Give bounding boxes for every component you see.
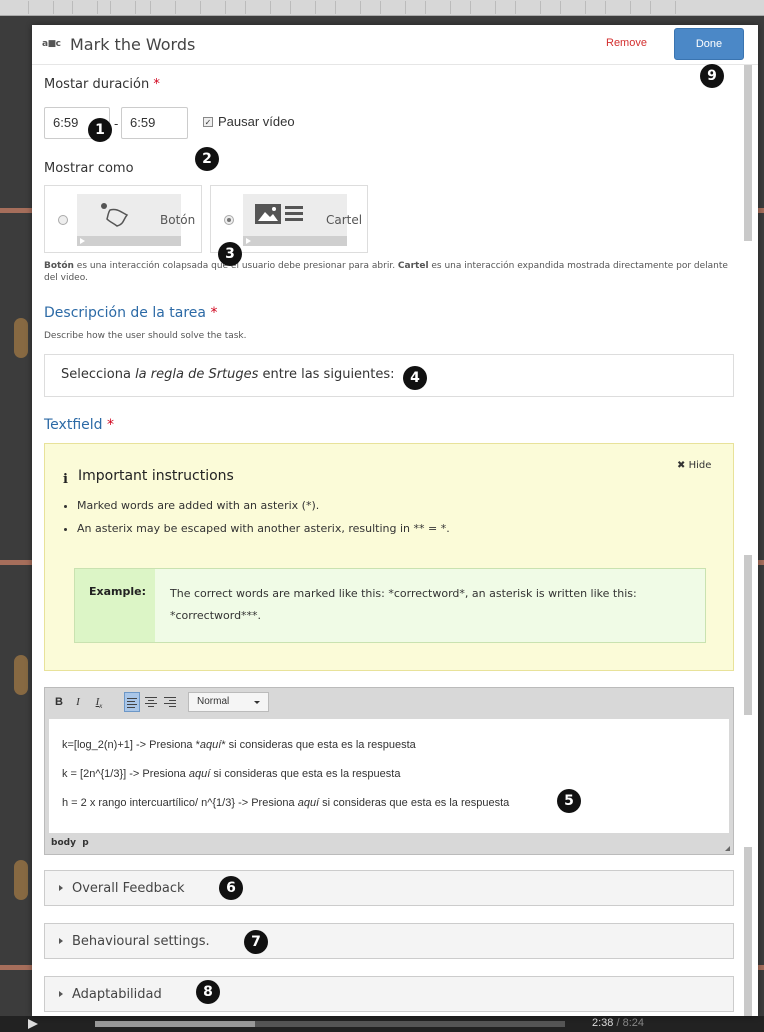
remove-format-button[interactable]: Ix xyxy=(90,692,108,712)
format-select[interactable]: Normal xyxy=(188,692,269,712)
toolbar-button[interactable] xyxy=(72,1,98,14)
background-image xyxy=(14,655,28,695)
toolbar-button[interactable] xyxy=(245,1,271,14)
mark-the-words-dialog: a■c Mark the Words Remove Done Mostar du… xyxy=(32,25,758,1016)
scrollbar-thumb[interactable] xyxy=(744,847,752,1016)
caret-right-icon xyxy=(59,991,63,997)
toolbar-button[interactable] xyxy=(380,1,406,14)
example-label-cell: Example: xyxy=(75,569,155,642)
example-box: Example: The correct words are marked li… xyxy=(74,568,706,643)
end-time-input[interactable]: 6:59 xyxy=(121,107,188,139)
instructions-list: Marked words are added with an asterix (… xyxy=(53,494,450,540)
pause-video-label: Pausar vídeo xyxy=(218,114,295,129)
dialog-header: a■c Mark the Words Remove Done xyxy=(32,25,758,65)
display-help-text: Botón es una interacción colapsada que e… xyxy=(44,261,728,283)
toolbar-button[interactable] xyxy=(335,1,361,14)
background-image xyxy=(14,860,28,900)
section-label: Behavioural settings. xyxy=(72,934,210,949)
display-option-label: Botón xyxy=(160,213,196,227)
pause-video-checkbox[interactable]: ✓ xyxy=(203,117,213,127)
task-description-label: Descripción de la tarea * xyxy=(44,305,218,321)
scrollbar[interactable] xyxy=(744,65,752,1016)
task-description-input[interactable]: Selecciona la regla de Srtuges entre las… xyxy=(44,354,734,397)
toolbar-button[interactable] xyxy=(28,1,54,14)
video-player-bar: 2:38 / 8:24 xyxy=(0,1016,764,1032)
seek-bar[interactable] xyxy=(95,1021,565,1027)
hide-instructions-button[interactable]: ✖ Hide xyxy=(677,460,711,471)
annotation-badge-2: 2 xyxy=(195,147,219,171)
adaptability-section[interactable]: Adaptabilidad xyxy=(44,976,734,1012)
editor-line: k=[log_2(n)+1] -> Presiona *aquí* si con… xyxy=(62,739,416,751)
toolbar-button[interactable] xyxy=(290,1,316,14)
textfield-label: Textfield * xyxy=(44,417,114,433)
annotation-badge-3: 3 xyxy=(218,242,242,266)
dialog-title: Mark the Words xyxy=(70,35,196,54)
toolbar-button[interactable] xyxy=(150,1,176,14)
annotation-badge-7: 7 xyxy=(244,930,268,954)
align-left-button[interactable] xyxy=(124,692,140,712)
section-label: Adaptabilidad xyxy=(72,987,162,1002)
player-time: 2:38 / 8:24 xyxy=(592,1017,645,1029)
annotation-badge-6: 6 xyxy=(219,876,243,900)
toolbar-button[interactable] xyxy=(605,1,631,14)
element-path: body p xyxy=(51,838,89,848)
done-button[interactable]: Done xyxy=(674,28,744,60)
toolbar-button[interactable] xyxy=(200,1,226,14)
overall-feedback-section[interactable]: Overall Feedback xyxy=(44,870,734,906)
align-right-button[interactable] xyxy=(162,692,178,712)
annotation-badge-4: 4 xyxy=(403,366,427,390)
chevron-down-icon xyxy=(254,701,260,704)
seek-progress xyxy=(95,1021,255,1027)
toolbar-button[interactable] xyxy=(650,1,676,14)
display-option-radio[interactable] xyxy=(58,215,68,225)
play-icon[interactable] xyxy=(28,1019,38,1029)
rich-text-editor: B I Ix Normal k=[log_2(n)+1] -> Presiona… xyxy=(44,687,734,855)
align-center-button[interactable] xyxy=(143,692,159,712)
section-label: Overall Feedback xyxy=(72,881,185,896)
display-option-radio[interactable] xyxy=(224,215,234,225)
editor-content[interactable]: k=[log_2(n)+1] -> Presiona *aquí* si con… xyxy=(49,719,729,833)
content-type-icon: a■c xyxy=(42,39,61,49)
remove-button[interactable]: Remove xyxy=(606,37,647,49)
resize-handle[interactable] xyxy=(725,846,730,851)
editor-line: h = 2 x rango intercuartílico/ n^{1/3} -… xyxy=(62,797,510,809)
info-icon: i xyxy=(63,472,68,487)
toolbar-button[interactable] xyxy=(110,1,136,14)
scrollbar-thumb[interactable] xyxy=(744,555,752,715)
example-label: Example: xyxy=(89,585,146,598)
italic-button[interactable]: I xyxy=(71,692,85,712)
toolbar-button[interactable] xyxy=(425,1,451,14)
bold-button[interactable]: B xyxy=(52,692,66,712)
editor-line: k = [2n^{1/3}] -> Presiona aquí si consi… xyxy=(62,768,401,780)
instruction-item: An asterix may be escaped with another a… xyxy=(77,517,450,540)
task-description-value: Selecciona la regla de Srtuges entre las… xyxy=(61,367,395,382)
annotation-badge-5: 5 xyxy=(557,789,581,813)
close-icon: ✖ xyxy=(677,460,686,471)
caret-right-icon xyxy=(59,885,63,891)
annotation-badge-8: 8 xyxy=(196,980,220,1004)
toolbar-button[interactable] xyxy=(560,1,586,14)
caret-right-icon xyxy=(59,938,63,944)
important-instructions-panel: i Important instructions ✖ Hide Marked w… xyxy=(44,443,734,671)
annotation-badge-1: 1 xyxy=(88,118,112,142)
duration-separator: - xyxy=(114,117,119,131)
instructions-title: Important instructions xyxy=(78,468,234,484)
instruction-item: Marked words are added with an asterix (… xyxy=(77,494,450,517)
display-option-label: Cartel xyxy=(326,213,363,227)
toolbar-button[interactable] xyxy=(470,1,496,14)
annotation-badge-9: 9 xyxy=(700,64,724,88)
example-text: The correct words are marked like this: … xyxy=(170,587,637,622)
toolbar-button[interactable] xyxy=(515,1,541,14)
task-description-help: Describe how the user should solve the t… xyxy=(44,331,247,341)
duration-label: Mostar duración * xyxy=(44,77,160,92)
display-option-button[interactable]: Botón xyxy=(44,185,202,253)
behavioural-settings-section[interactable]: Behavioural settings. xyxy=(44,923,734,959)
display-as-label: Mostrar como xyxy=(44,161,134,176)
scrollbar-thumb[interactable] xyxy=(744,65,752,241)
background-toolbar xyxy=(0,0,764,16)
background-image xyxy=(14,318,28,358)
